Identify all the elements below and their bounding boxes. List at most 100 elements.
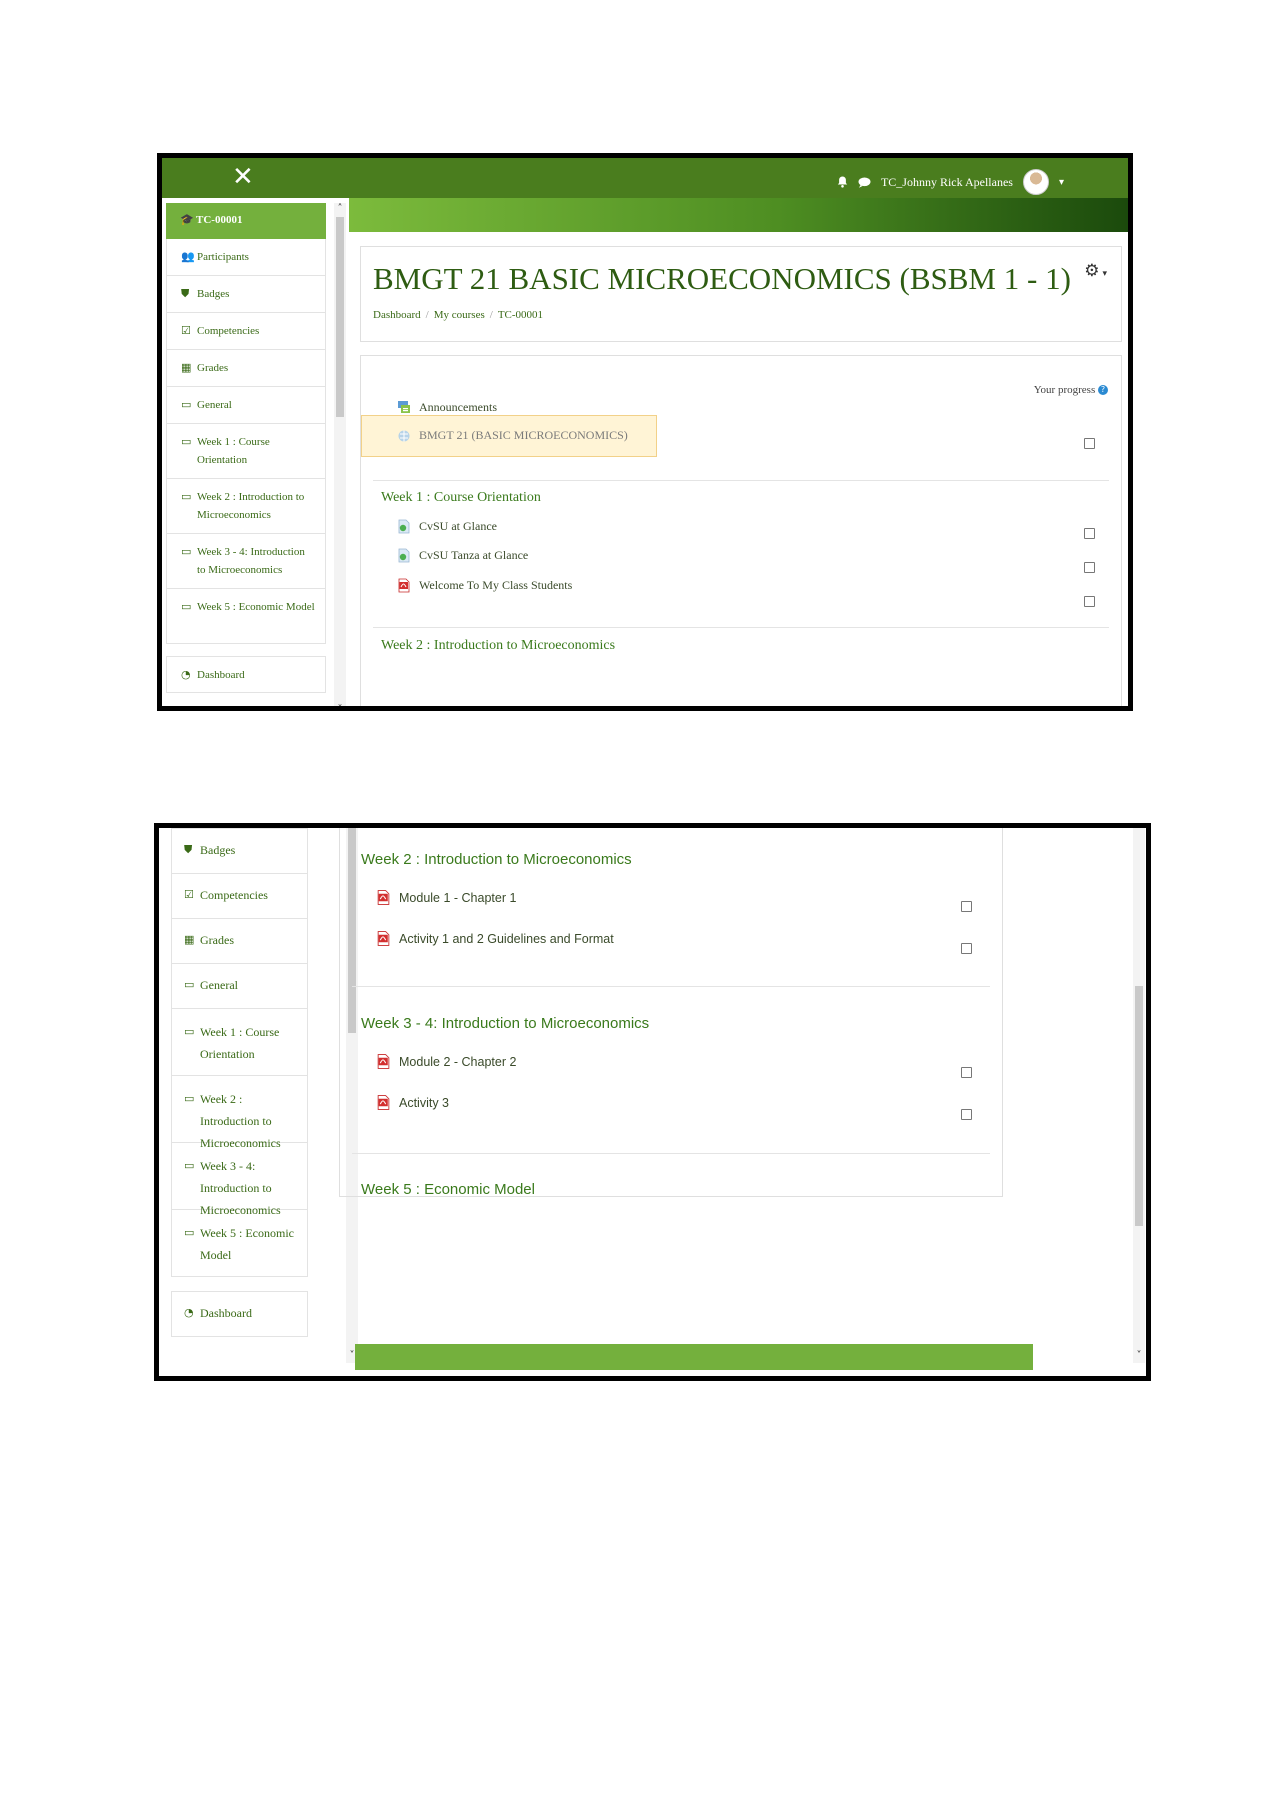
- breadcrumb-dashboard[interactable]: Dashboard: [373, 309, 421, 321]
- breadcrumb-course[interactable]: TC-00001: [498, 309, 543, 321]
- sidebar-item-dashboard[interactable]: ◔ Dashboard: [166, 656, 326, 693]
- forum-icon: [398, 401, 410, 413]
- chevron-down-icon[interactable]: ▾: [1059, 177, 1064, 188]
- chat-icon[interactable]: [858, 177, 871, 188]
- sidebar-item-week-3-4[interactable]: ▭ Week 3 - 4: Introduction to Microecono…: [166, 534, 326, 589]
- sidebar-item-label: Badges: [200, 843, 236, 857]
- sidebar-item-label: Week 1 : Course Orientation: [197, 436, 270, 466]
- sidebar-item-grades[interactable]: ▦ Grades: [166, 350, 326, 387]
- breadcrumb-my-courses[interactable]: My courses: [434, 309, 485, 321]
- activity-3[interactable]: Activity 3: [376, 1094, 449, 1111]
- chevron-down-icon[interactable]: ˅: [1133, 1350, 1145, 1361]
- completion-checkbox[interactable]: [1084, 528, 1095, 539]
- close-icon[interactable]: ✕: [232, 162, 254, 192]
- sidebar-item-week-2[interactable]: ▭ Week 2 : Introduction to Microeconomic…: [166, 479, 326, 534]
- sidebar-item-badges[interactable]: ⛊ Badges: [166, 276, 326, 313]
- completion-checkbox[interactable]: [1084, 596, 1095, 607]
- footer-bar: [355, 1344, 1033, 1370]
- course-sidebar: 🎓 TC-00001 👥 Participants ⛊ Badges ☑ Com…: [166, 203, 326, 706]
- sidebar-item-label: Grades: [200, 933, 234, 947]
- sidebar-item-label: Week 2 : Introduction to Microeconomics: [200, 1092, 281, 1150]
- section-divider: [352, 986, 990, 987]
- folder-icon: ▭: [184, 978, 195, 991]
- completion-checkbox[interactable]: [961, 1067, 972, 1078]
- folder-icon: ▭: [181, 490, 192, 503]
- activity-label: BMGT 21 (BASIC MICROECONOMICS): [419, 428, 628, 442]
- your-progress-text: Your progress: [1033, 384, 1096, 396]
- breadcrumb: Dashboard / My courses / TC-00001: [373, 309, 544, 321]
- activity-label: Activity 3: [399, 1095, 450, 1110]
- section-title-week-2[interactable]: Week 2 : Introduction to Microeconomics: [361, 851, 632, 868]
- chevron-down-icon[interactable]: ˅: [334, 704, 346, 706]
- sidebar-item-course-home[interactable]: 🎓 TC-00001: [166, 203, 326, 239]
- activity-label: Module 1 - Chapter 1: [399, 890, 517, 905]
- sidebar-item-competencies[interactable]: ☑ Competencies: [166, 313, 326, 350]
- sidebar-item-label: Dashboard: [197, 669, 245, 681]
- activity-welcome[interactable]: Welcome To My Class Students: [397, 578, 572, 593]
- activity-cvsu-at-glance[interactable]: CvSU at Glance: [397, 519, 497, 534]
- pdf-icon: [398, 578, 410, 593]
- sidebar-item-grades[interactable]: ▦ Grades: [171, 919, 308, 964]
- user-menu-area: TC_Johnny Rick Apellanes ▾: [837, 169, 1064, 195]
- bell-icon[interactable]: [837, 176, 848, 188]
- page-scrollbar[interactable]: ˅: [1133, 828, 1145, 1363]
- course-sidebar: ⛊ Badges ☑ Competencies ▦ Grades ▭ Gener…: [171, 828, 308, 1376]
- sidebar-item-week-1[interactable]: ▭ Week 1 : Course Orientation: [171, 1009, 308, 1076]
- sidebar-item-badges[interactable]: ⛊ Badges: [171, 828, 308, 874]
- section-title-week-2[interactable]: Week 2 : Introduction to Microeconomics: [381, 638, 615, 654]
- section-divider: [373, 480, 1109, 481]
- activity-module-2[interactable]: Module 2 - Chapter 2: [376, 1053, 516, 1070]
- chevron-up-icon[interactable]: ˄: [334, 203, 346, 214]
- sidebar-item-competencies[interactable]: ☑ Competencies: [171, 874, 308, 919]
- sidebar-item-label: Week 5 : Economic Model: [200, 1226, 295, 1262]
- section-title-week-3-4[interactable]: Week 3 - 4: Introduction to Microeconomi…: [361, 1015, 649, 1032]
- scrollbar-thumb[interactable]: [1135, 986, 1143, 1226]
- url-icon: [398, 430, 410, 442]
- help-icon[interactable]: ?: [1098, 385, 1108, 396]
- completion-checkbox[interactable]: [961, 1109, 972, 1120]
- activity-cvsu-tanza-at-glance[interactable]: CvSU Tanza at Glance: [397, 548, 528, 563]
- completion-checkbox[interactable]: [1084, 438, 1095, 449]
- scrollbar-thumb[interactable]: [336, 217, 344, 417]
- sidebar-item-general[interactable]: ▭ General: [171, 964, 308, 1009]
- sidebar-item-label: Week 5 : Economic Model: [197, 601, 315, 613]
- top-navbar: ✕ TC_Johnny Rick Apellanes ▾: [162, 158, 1128, 198]
- your-progress-label: Your progress ?: [1034, 384, 1108, 396]
- users-icon: 👥: [181, 250, 195, 263]
- sidebar-item-label: Week 1 : Course Orientation: [200, 1025, 280, 1061]
- pdf-icon: [377, 890, 390, 905]
- sidebar-item-label: Grades: [197, 362, 229, 374]
- sidebar-item-week-5[interactable]: ▭ Week 5 : Economic Model: [166, 589, 326, 644]
- sidebar-scrollbar[interactable]: ˄ ˅: [334, 203, 346, 706]
- sidebar-item-participants[interactable]: 👥 Participants: [166, 239, 326, 276]
- avatar[interactable]: [1022, 169, 1049, 195]
- sidebar-item-general[interactable]: ▭ General: [166, 387, 326, 424]
- sidebar-item-week-2[interactable]: ▭ Week 2 : Introduction to Microeconomic…: [171, 1076, 308, 1150]
- shield-icon: ⛊: [181, 287, 190, 300]
- activity-label: Activity 1 and 2 Guidelines and Format: [399, 931, 614, 946]
- sidebar-item-dashboard[interactable]: ◔ Dashboard: [171, 1291, 308, 1337]
- folder-icon: ▭: [184, 1025, 195, 1038]
- completion-checkbox[interactable]: [961, 901, 972, 912]
- folder-icon: ▭: [184, 1092, 195, 1105]
- gear-icon[interactable]: ⚙ ▾: [1084, 261, 1107, 281]
- activity-module-1[interactable]: Module 1 - Chapter 1: [376, 889, 516, 906]
- sidebar-item-label: General: [197, 399, 232, 411]
- activity-announcements[interactable]: Announcements: [397, 400, 497, 415]
- activity-label: Welcome To My Class Students: [419, 578, 573, 592]
- dashboard-icon: ◔: [181, 668, 191, 681]
- course-content: Week 2 : Introduction to Microeconomics …: [339, 828, 1003, 1198]
- completion-checkbox[interactable]: [1084, 562, 1095, 573]
- pdf-icon: [377, 931, 390, 946]
- sidebar-item-label: Participants: [197, 251, 249, 263]
- shield-icon: ⛊: [184, 843, 193, 856]
- section-title-week-1[interactable]: Week 1 : Course Orientation: [381, 490, 541, 506]
- user-name[interactable]: TC_Johnny Rick Apellanes: [881, 175, 1013, 190]
- section-title-week-5[interactable]: Week 5 : Economic Model: [361, 1181, 535, 1198]
- completion-checkbox[interactable]: [961, 943, 972, 954]
- activity-bmgt21[interactable]: BMGT 21 (BASIC MICROECONOMICS): [397, 428, 628, 443]
- page-title: BMGT 21 BASIC MICROECONOMICS (BSBM 1 - 1…: [373, 261, 1071, 296]
- activity-1-and-2[interactable]: Activity 1 and 2 Guidelines and Format: [376, 930, 614, 947]
- sidebar-item-week-1[interactable]: ▭ Week 1 : Course Orientation: [166, 424, 326, 479]
- folder-icon: ▭: [181, 545, 192, 558]
